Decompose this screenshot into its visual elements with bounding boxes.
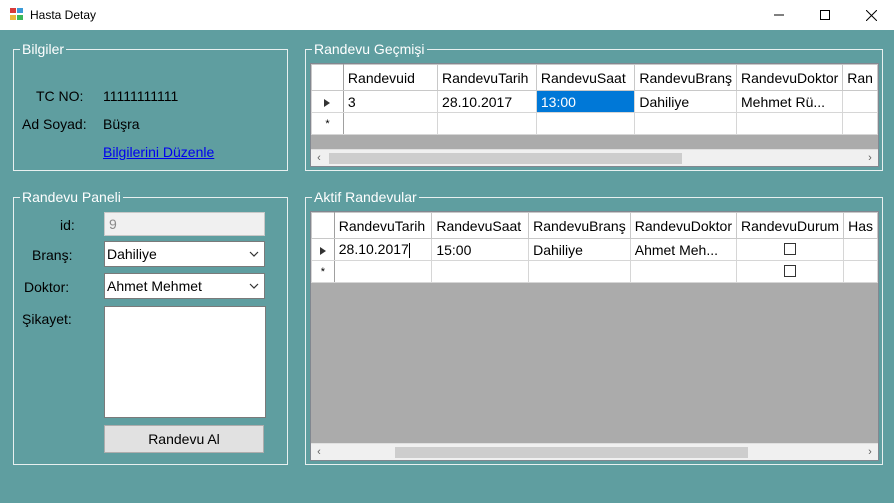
chevron-down-icon [249,251,259,257]
active-legend: Aktif Randevular [312,189,419,205]
randevu-panel-legend: Randevu Paneli [20,189,123,205]
cell-text: 28.10.2017 [338,241,409,258]
chevron-down-icon [249,283,259,289]
table-row[interactable]: 28.10.2017 15:00 Dahiliye Ahmet Meh... [311,238,878,261]
table-cell[interactable]: Dahiliye [634,90,737,113]
scroll-left-icon[interactable]: ‹ [313,152,325,164]
column-header[interactable]: Randevuid [342,64,439,91]
new-row-marker[interactable]: * [311,112,344,135]
table-cell[interactable] [333,260,433,283]
new-row-marker[interactable]: * [311,260,335,283]
column-header[interactable]: RandevuBranş [528,212,631,239]
table-cell[interactable] [735,112,844,135]
text-cursor [408,242,410,258]
scroll-left-icon[interactable]: ‹ [313,446,325,458]
table-cell[interactable]: Dahiliye [528,238,631,261]
active-group: Aktif Randevular RandevuTarih RandevuSaa… [305,189,883,465]
scroll-right-icon[interactable]: › [864,152,876,164]
brans-label: Branş: [32,247,73,263]
table-cell[interactable]: 3 [342,90,439,113]
brans-select-value: Dahiliye [107,246,157,262]
doktor-select[interactable]: Ahmet Mehmet [104,273,265,299]
title-bar: Hasta Detay [0,0,894,30]
column-header[interactable]: RandevuSaat [535,64,636,91]
checkbox[interactable] [784,242,797,255]
table-cell[interactable] [843,238,878,261]
table-cell[interactable]: Mehmet Rü... [735,90,844,113]
header-corner [311,64,344,91]
active-header-row: RandevuTarih RandevuSaat RandevuBranş Ra… [311,212,878,239]
table-cell[interactable] [843,260,878,283]
column-header[interactable]: RandevuTarih [333,212,433,239]
table-cell-checkbox[interactable] [736,260,845,283]
history-group: Randevu Geçmişi Randevuid RandevuTarih R… [305,41,883,171]
minimize-button[interactable] [756,0,802,30]
name-value: Büşra [103,116,140,132]
table-cell[interactable] [528,260,631,283]
table-cell[interactable] [437,112,537,135]
row-header[interactable] [311,238,335,261]
history-header-row: Randevuid RandevuTarih RandevuSaat Rande… [311,64,878,91]
close-icon [865,9,877,21]
history-legend: Randevu Geçmişi [312,41,427,57]
column-header[interactable]: RandevuBranş [634,64,737,91]
column-header[interactable]: RandevuDoktor [629,212,738,239]
column-header[interactable]: RandevuDoktor [735,64,844,91]
column-header[interactable]: Has [843,212,878,239]
window-title: Hasta Detay [30,8,97,22]
current-row-icon [319,246,326,255]
history-grid[interactable]: Randevuid RandevuTarih RandevuSaat Rande… [310,63,879,167]
close-button[interactable] [848,0,894,30]
tc-value: 11111111111 [103,88,179,104]
table-cell[interactable]: 15:00 [431,238,530,261]
maximize-button[interactable] [802,0,848,30]
table-row[interactable]: 3 28.10.2017 13:00 Dahiliye Mehmet Rü... [311,90,878,113]
active-grid[interactable]: RandevuTarih RandevuSaat RandevuBranş Ra… [310,211,879,461]
table-cell[interactable] [842,112,878,135]
table-cell[interactable] [842,90,878,113]
table-cell[interactable] [342,112,439,135]
brans-select[interactable]: Dahiliye [104,241,265,267]
randevu-al-button[interactable]: Randevu Al [104,425,264,453]
scroll-right-icon[interactable]: › [864,446,876,458]
table-cell[interactable]: Ahmet Meh... [629,238,738,261]
history-horizontal-scrollbar[interactable]: ‹ › [311,149,878,166]
table-cell[interactable] [634,112,737,135]
checkbox[interactable] [784,264,797,277]
table-cell[interactable] [431,260,530,283]
id-field [104,212,265,236]
column-header[interactable]: RandevuTarih [437,64,537,91]
id-label: id: [60,217,75,233]
randevu-panel-group: Randevu Paneli id: Branş: Dahiliye Dokto… [13,189,288,465]
column-header[interactable]: RandevuSaat [431,212,530,239]
table-cell-checkbox[interactable] [736,238,845,261]
edit-info-link[interactable]: Bilgilerini Düzenle [103,144,214,160]
table-cell[interactable]: 28.10.2017 [437,90,537,113]
bilgiler-group: Bilgiler TC NO: 11111111111 Ad Soyad: Bü… [13,41,288,171]
scrollbar-thumb[interactable] [329,153,682,164]
active-horizontal-scrollbar[interactable]: ‹ › [311,443,878,460]
app-icon [10,8,24,21]
minimize-icon [774,14,784,16]
new-row[interactable]: * [311,260,878,283]
sikayet-label: Şikayet: [22,311,72,327]
column-header[interactable]: RandevuDurum [736,212,845,239]
name-label: Ad Soyad: [22,116,87,132]
table-cell[interactable] [535,112,636,135]
bilgiler-legend: Bilgiler [20,41,67,57]
doktor-select-value: Ahmet Mehmet [107,278,202,294]
current-row-icon [324,98,331,107]
table-cell-editing[interactable]: 28.10.2017 [333,238,433,261]
table-cell[interactable] [629,260,738,283]
doktor-label: Doktor: [24,279,70,295]
sikayet-textarea[interactable] [104,306,266,418]
column-header[interactable]: Ran [842,64,878,91]
maximize-icon [820,10,830,20]
tc-label: TC NO: [36,88,84,104]
scrollbar-thumb[interactable] [395,447,748,458]
table-cell-selected[interactable]: 13:00 [535,90,636,113]
header-corner [311,212,335,239]
new-row[interactable]: * [311,112,878,135]
row-header[interactable] [311,90,344,113]
